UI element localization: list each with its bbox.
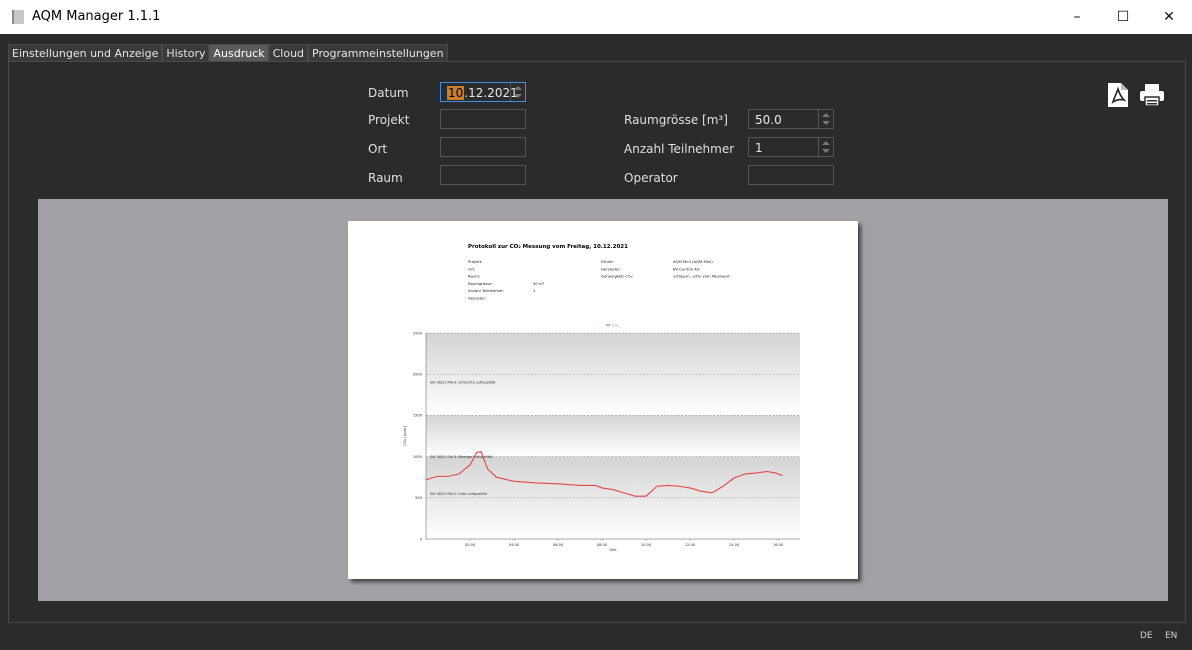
title-bar: AQM Manager 1.1.1 – ☐ ✕ bbox=[0, 0, 1192, 34]
minimize-button[interactable]: – bbox=[1054, 0, 1100, 34]
report-title: Protokoll zur CO₂ Messung vom Freitag, 1… bbox=[468, 244, 628, 250]
info-left-label: Projekt: bbox=[468, 259, 482, 264]
export-pdf-button[interactable] bbox=[1103, 80, 1133, 110]
teilnehmer-value: 1 bbox=[755, 141, 763, 155]
chart-band-label: SIA 382/1 RAL2: Gute Luftqualität bbox=[430, 492, 488, 496]
co2-chart: 0 500 1000 1500 2000 2500 02:00 04:00 06:00 08:00… bbox=[402, 323, 800, 552]
datum-input[interactable]: 10.12.2021 bbox=[440, 82, 526, 102]
spin-down-icon[interactable] bbox=[822, 121, 830, 125]
chart-xtick-label: 14:00 bbox=[729, 543, 740, 547]
info-left-value: 1 bbox=[533, 288, 536, 293]
lang-de-button[interactable]: DE bbox=[1140, 631, 1153, 641]
window-title: AQM Manager 1.1.1 bbox=[32, 9, 161, 24]
chart-xtick-label: 12:00 bbox=[685, 543, 696, 547]
ort-input[interactable] bbox=[440, 137, 526, 157]
datum-label: Datum bbox=[368, 86, 409, 100]
projekt-label: Projekt bbox=[368, 113, 410, 127]
teilnehmer-input[interactable]: 1 bbox=[748, 137, 834, 157]
chart-band bbox=[426, 415, 800, 457]
spin-up-icon[interactable] bbox=[822, 113, 830, 117]
ort-label: Ort bbox=[368, 142, 388, 156]
tab-bar: Einstellungen und Anzeige History Ausdru… bbox=[8, 44, 448, 64]
info-left-value: 50 m³ bbox=[533, 281, 545, 286]
teilnehmer-label: Anzahl Teilnehmer bbox=[624, 142, 735, 156]
preview-page: Protokoll zur CO₂ Messung vom Freitag, 1… bbox=[348, 221, 858, 579]
info-right-value: BV-Control AG bbox=[673, 266, 700, 271]
info-left-label: Anzahl Teilnehmer: bbox=[468, 288, 504, 293]
chart-ytick-label: 1000 bbox=[413, 455, 423, 459]
info-left-label: Ort: bbox=[468, 266, 475, 271]
chart-xtick-label: 16:00 bbox=[773, 543, 784, 547]
info-right-label: Hersteller: bbox=[601, 266, 621, 271]
app-icon bbox=[12, 10, 24, 24]
chart-xtick-label: 06:00 bbox=[553, 543, 564, 547]
operator-label: Operator bbox=[624, 171, 678, 185]
chart-xlabel: Zeit bbox=[609, 548, 617, 552]
info-left-label: Operator: bbox=[468, 296, 486, 301]
chart-xtick-label: 04:00 bbox=[509, 543, 520, 547]
info-right-value: AQM Mini (AQM Mini) bbox=[673, 259, 713, 264]
spin-up-icon[interactable] bbox=[822, 141, 830, 145]
datum-selected-part: 10 bbox=[447, 86, 465, 100]
raumgroesse-input[interactable]: 50.0 bbox=[748, 109, 834, 129]
operator-input[interactable] bbox=[748, 165, 834, 185]
info-left-label: Raum: bbox=[468, 274, 480, 279]
spin-down-icon[interactable] bbox=[514, 94, 522, 98]
close-button[interactable]: ✕ bbox=[1146, 0, 1192, 34]
printer-icon bbox=[1140, 84, 1164, 107]
raumgroesse-value: 50.0 bbox=[755, 113, 782, 127]
print-button[interactable] bbox=[1137, 80, 1167, 110]
chart-xtick-label: 02:00 bbox=[465, 543, 476, 547]
report-info: Projekt: Ort: Raum: Raumgrösse: 50 m³ Anzahl … bbox=[468, 259, 730, 301]
raum-input[interactable] bbox=[440, 165, 526, 185]
info-right-value: ±50ppm, ±5% vom Messwert bbox=[673, 274, 730, 279]
datum-spinner[interactable] bbox=[510, 83, 525, 101]
chart-xtick-label: 08:00 bbox=[597, 543, 608, 547]
chart-ytick-label: 2500 bbox=[413, 331, 423, 335]
spin-up-icon[interactable] bbox=[514, 86, 522, 90]
chart-legend-label: CO₂ bbox=[612, 323, 619, 327]
lang-en-button[interactable]: EN bbox=[1165, 631, 1177, 641]
info-right-label: Genauigkeit CO₂: bbox=[601, 274, 633, 279]
chart-ytick-label: 0 bbox=[420, 537, 423, 541]
info-left-label: Raumgrösse: bbox=[468, 281, 493, 286]
raumgroesse-label: Raumgrösse [m³] bbox=[624, 113, 728, 127]
maximize-button[interactable]: ☐ bbox=[1100, 0, 1146, 34]
projekt-input[interactable] bbox=[440, 109, 526, 129]
raum-label: Raum bbox=[368, 171, 403, 185]
raumgroesse-spinner[interactable] bbox=[818, 110, 833, 128]
chart-band-label: SIA 382/1 RAL4: Schlechte Luftqualität bbox=[430, 381, 496, 385]
chart-xtick-label: 10:00 bbox=[641, 543, 652, 547]
teilnehmer-spinner[interactable] bbox=[818, 138, 833, 156]
spin-down-icon[interactable] bbox=[822, 149, 830, 153]
info-right-label: Fühler: bbox=[601, 259, 614, 264]
chart-ytick-label: 1500 bbox=[413, 414, 423, 418]
chart-ylabel: CO₂ [ppm] bbox=[402, 426, 407, 446]
pdf-icon bbox=[1108, 83, 1128, 107]
chart-ytick-label: 2000 bbox=[413, 373, 423, 377]
chart-ytick-label: 500 bbox=[415, 496, 423, 500]
report-svg: Protokoll zur CO₂ Messung vom Freitag, 1… bbox=[402, 244, 800, 552]
